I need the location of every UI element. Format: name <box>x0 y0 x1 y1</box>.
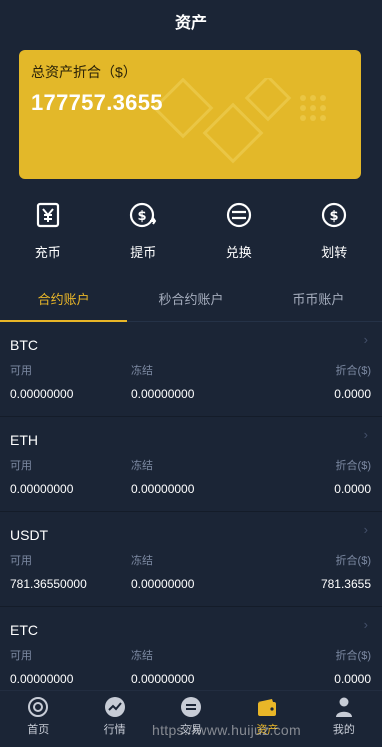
tabbar-home[interactable]: 首页 <box>0 691 76 747</box>
page-header: 资产 <box>0 0 382 42</box>
available-label: 可用 <box>10 555 32 567</box>
tabbar-profile-label: 我的 <box>332 724 355 736</box>
deposit-button[interactable]: 充币 <box>0 200 96 266</box>
coin-name: BTC <box>10 337 38 353</box>
exchange-label: 兑换 <box>225 245 252 260</box>
available-value: 0.00000000 <box>10 672 74 686</box>
frozen-label: 冻结 <box>131 555 153 567</box>
exchange-icon <box>226 202 251 228</box>
watermark: https://www.huijuz.com <box>152 722 301 738</box>
account-row-eth[interactable]: › ETH 可用 冻结 折合($) 0.00000000 0.00000000 … <box>0 417 382 512</box>
tabbar-trade[interactable]: 交易 <box>153 691 229 747</box>
converted-label: 折合($) <box>335 365 371 377</box>
coin-name: USDT <box>10 527 49 543</box>
coin-name: ETC <box>10 622 38 638</box>
market-icon <box>104 697 125 717</box>
home-icon <box>28 697 49 717</box>
account-list: › BTC 可用 冻结 折合($) 0.00000000 0.00000000 … <box>0 322 382 702</box>
frozen-value: 0.00000000 <box>131 387 195 401</box>
available-label: 可用 <box>10 460 32 472</box>
transfer-icon: $ <box>322 202 347 228</box>
tabbar-profile[interactable]: 我的 <box>306 691 382 747</box>
tabbar-market-label: 行情 <box>103 724 126 736</box>
frozen-label: 冻结 <box>131 365 153 377</box>
account-row-etc[interactable]: › ETC 可用 冻结 折合($) 0.00000000 0.00000000 … <box>0 607 382 702</box>
wallet-icon <box>258 699 277 716</box>
tab-spot-account[interactable]: 币币账户 <box>255 276 382 321</box>
frozen-value: 0.00000000 <box>131 577 195 591</box>
chevron-right-icon: › <box>363 617 368 632</box>
transfer-label: 划转 <box>321 245 348 260</box>
total-assets-label: 总资产折合（$） <box>31 64 137 80</box>
frozen-value: 0.00000000 <box>131 482 195 496</box>
tabbar-assets[interactable]: 资产 <box>229 691 305 747</box>
withdraw-button[interactable]: $ 提币 <box>96 200 192 266</box>
converted-label: 折合($) <box>335 650 371 662</box>
tab-second-contract-account[interactable]: 秒合约账户 <box>127 276 254 321</box>
available-value: 0.00000000 <box>10 387 74 401</box>
bottom-tab-bar: 首页 行情 交易 资产 我的 <box>0 690 382 747</box>
converted-label: 折合($) <box>335 460 371 472</box>
coin-name: ETH <box>10 432 38 448</box>
svg-text:$: $ <box>138 209 147 224</box>
trade-icon <box>181 697 202 717</box>
action-bar: 充币 $ 提币 兑换 $ 划转 <box>0 200 382 266</box>
converted-label: 折合($) <box>335 555 371 567</box>
chevron-right-icon: › <box>363 522 368 537</box>
tab-contract-account[interactable]: 合约账户 <box>0 276 128 322</box>
frozen-label: 冻结 <box>131 460 153 472</box>
transfer-button[interactable]: $ 划转 <box>287 200 382 266</box>
available-label: 可用 <box>10 650 32 662</box>
converted-value: 0.0000 <box>334 482 371 496</box>
converted-value: 0.0000 <box>334 672 371 686</box>
available-label: 可用 <box>10 365 32 377</box>
available-value: 0.00000000 <box>10 482 74 496</box>
tabbar-home-label: 首页 <box>27 724 50 736</box>
frozen-value: 0.00000000 <box>131 672 195 686</box>
tabbar-market[interactable]: 行情 <box>76 691 152 747</box>
withdraw-icon: $ <box>130 202 157 228</box>
withdraw-label: 提币 <box>130 245 157 260</box>
total-assets-value: 177757.3655 <box>31 90 163 115</box>
svg-text:$: $ <box>330 209 339 224</box>
chevron-right-icon: › <box>363 332 368 347</box>
deposit-label: 充币 <box>34 245 61 260</box>
converted-value: 781.3655 <box>320 577 371 591</box>
exchange-button[interactable]: 兑换 <box>191 200 287 266</box>
account-row-usdt[interactable]: › USDT 可用 冻结 折合($) 781.36550000 0.000000… <box>0 512 382 607</box>
card-decoration-icon <box>152 78 326 164</box>
account-row-btc[interactable]: › BTC 可用 冻结 折合($) 0.00000000 0.00000000 … <box>0 322 382 417</box>
frozen-label: 冻结 <box>131 650 153 662</box>
deposit-icon <box>36 202 59 228</box>
page-title: 资产 <box>174 15 207 32</box>
converted-value: 0.0000 <box>334 387 371 401</box>
user-icon <box>335 697 352 717</box>
available-value: 781.36550000 <box>10 577 87 591</box>
chevron-right-icon: › <box>363 427 368 442</box>
account-tabs: 合约账户 秒合约账户 币币账户 <box>0 276 382 322</box>
total-assets-card: 总资产折合（$） 177757.3655 <box>19 50 361 179</box>
